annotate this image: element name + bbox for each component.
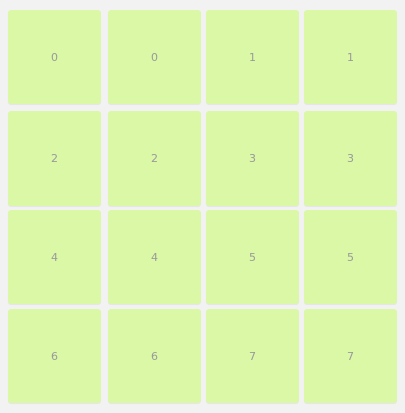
card-label: 1 bbox=[347, 50, 354, 64]
card-label: 3 bbox=[347, 152, 354, 165]
card-label: 1 bbox=[249, 50, 256, 64]
card-label: 2 bbox=[51, 152, 58, 165]
card-label: 6 bbox=[151, 349, 158, 363]
card-label: 5 bbox=[347, 250, 354, 264]
card-label: 3 bbox=[249, 152, 256, 165]
card-label: 2 bbox=[151, 152, 158, 165]
card[interactable]: 5 bbox=[206, 210, 299, 304]
card-label: 0 bbox=[51, 50, 58, 64]
card[interactable]: 2 bbox=[8, 111, 101, 206]
card[interactable]: 5 bbox=[304, 210, 397, 304]
card-label: 0 bbox=[151, 50, 158, 64]
card[interactable]: 0 bbox=[8, 10, 101, 104]
card-label: 6 bbox=[51, 349, 58, 363]
card-label: 4 bbox=[51, 250, 58, 264]
card[interactable]: 4 bbox=[8, 210, 101, 304]
card[interactable]: 7 bbox=[304, 309, 397, 403]
memory-board: 0 0 1 1 2 2 3 3 4 4 5 5 6 6 7 7 bbox=[0, 0, 405, 413]
card[interactable]: 2 bbox=[108, 111, 201, 206]
card[interactable]: 4 bbox=[108, 210, 201, 304]
card[interactable]: 7 bbox=[206, 309, 299, 403]
card[interactable]: 6 bbox=[8, 309, 101, 403]
card[interactable]: 6 bbox=[108, 309, 201, 403]
card[interactable]: 0 bbox=[108, 10, 201, 104]
card-label: 7 bbox=[249, 349, 256, 363]
card[interactable]: 3 bbox=[304, 111, 397, 206]
card[interactable]: 1 bbox=[206, 10, 299, 104]
card[interactable]: 3 bbox=[206, 111, 299, 206]
card-label: 5 bbox=[249, 250, 256, 264]
card-label: 7 bbox=[347, 349, 354, 363]
card[interactable]: 1 bbox=[304, 10, 397, 104]
card-label: 4 bbox=[151, 250, 158, 264]
